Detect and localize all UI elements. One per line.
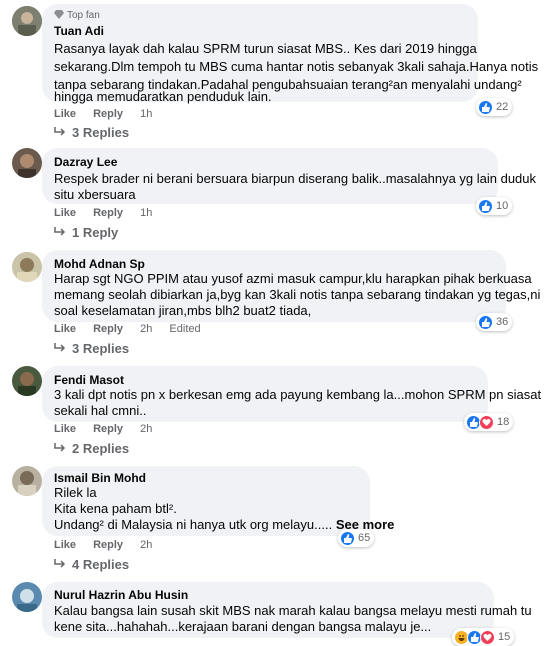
comment-author[interactable]: Mohd Adnan Sp xyxy=(54,257,145,271)
comment-bubble: Dazray Lee Respek brader ni berani bersu… xyxy=(42,148,536,204)
avatar-image xyxy=(12,582,42,612)
top-fan-badge: Top fan xyxy=(54,10,100,22)
reply-arrow-icon xyxy=(54,125,66,140)
diamond-icon xyxy=(54,10,64,22)
like-button[interactable]: Like xyxy=(54,423,76,435)
view-replies-button[interactable]: 1 Reply xyxy=(54,225,118,240)
comment-text-line: situ xbersuara xyxy=(54,187,136,202)
replies-label: 3 Replies xyxy=(72,125,130,140)
avatar[interactable] xyxy=(12,148,42,178)
love-reaction-icon xyxy=(479,414,494,430)
like-button[interactable]: Like xyxy=(54,108,76,120)
reaction-count: 10 xyxy=(496,200,509,212)
reaction-count: 18 xyxy=(497,416,510,428)
comment-author[interactable]: Fendi Masot xyxy=(54,373,124,387)
reaction-summary[interactable]: 22 xyxy=(476,98,513,116)
reply-button[interactable]: Reply xyxy=(93,323,123,335)
comment-text-line: kene sita...hahahah...kerajaan barani de… xyxy=(54,619,432,634)
reaction-count: 15 xyxy=(498,631,511,643)
view-replies-button[interactable]: 3 Replies xyxy=(54,341,129,356)
like-button[interactable]: Like xyxy=(54,207,76,219)
reply-arrow-icon xyxy=(54,557,66,572)
comment-time[interactable]: 1h xyxy=(140,207,152,219)
view-replies-button[interactable]: 4 Replies xyxy=(54,557,129,572)
reaction-summary[interactable]: 18 xyxy=(464,413,514,431)
replies-label: 2 Replies xyxy=(72,441,130,456)
avatar[interactable] xyxy=(12,252,42,282)
love-reaction-icon xyxy=(480,629,495,645)
avatar-image xyxy=(12,6,42,36)
comment-bubble: Ismail Bin Mohd Rilek la Kita kena paham… xyxy=(42,466,394,536)
comment-actions: Like Reply 1h xyxy=(54,108,166,120)
comment-actions: Like Reply 1h xyxy=(54,207,166,219)
comment-text: Undang² di Malaysia ni hanya utk org mel… xyxy=(54,517,333,532)
comment-author[interactable]: Tuan Adi xyxy=(54,24,104,38)
comment-text-line: Rasanya layak dah kalau SPRM turun siasa… xyxy=(54,41,477,56)
avatar[interactable] xyxy=(12,6,42,36)
like-button[interactable]: Like xyxy=(54,539,76,551)
avatar-image xyxy=(12,148,42,178)
avatar[interactable] xyxy=(12,582,42,612)
reaction-summary[interactable]: 10 xyxy=(476,197,513,215)
reaction-summary[interactable]: 65 xyxy=(338,529,375,547)
reply-button[interactable]: Reply xyxy=(93,207,123,219)
comment-time[interactable]: 2h xyxy=(140,423,152,435)
reply-button[interactable]: Reply xyxy=(93,108,123,120)
comment-time[interactable]: 1h xyxy=(140,108,152,120)
avatar-image xyxy=(12,466,42,496)
reaction-count: 36 xyxy=(496,316,509,328)
replies-label: 4 Replies xyxy=(72,557,130,572)
comment-author[interactable]: Ismail Bin Mohd xyxy=(54,471,146,485)
comment-text-line: soal keselamatan jiran,mbs blh2 buat2 ti… xyxy=(54,303,312,318)
replies-label: 3 Replies xyxy=(72,341,130,356)
reaction-count: 65 xyxy=(358,532,371,544)
comment-actions: Like Reply 2h Edited xyxy=(54,323,215,335)
view-replies-button[interactable]: 3 Replies xyxy=(54,125,129,140)
like-reaction-icon xyxy=(478,314,493,330)
reply-arrow-icon xyxy=(54,225,66,240)
comment-text-line: sekali hal cmni.. xyxy=(54,403,147,418)
reaction-count: 22 xyxy=(496,101,509,113)
reply-button[interactable]: Reply xyxy=(93,539,123,551)
comment-author[interactable]: Nurul Hazrin Abu Husin xyxy=(54,588,188,602)
reply-arrow-icon xyxy=(54,441,66,456)
comment-bubble: Fendi Masot 3 kali dpt notis pn x berkes… xyxy=(42,366,541,422)
top-fan-label: Top fan xyxy=(67,10,100,21)
view-replies-button[interactable]: 2 Replies xyxy=(54,441,129,456)
edited-label: Edited xyxy=(169,323,201,335)
replies-label: 1 Reply xyxy=(72,225,119,240)
reply-button[interactable]: Reply xyxy=(93,423,123,435)
comment-text-line: sekarang.Dlm tempoh tu MBS cuma hantar n… xyxy=(54,59,539,74)
comment-bubble: Nurul Hazrin Abu Husin Kalau bangsa lain… xyxy=(42,582,532,638)
comment-time[interactable]: 2h xyxy=(140,323,152,335)
reaction-summary[interactable]: 15 xyxy=(452,628,515,646)
reply-arrow-icon xyxy=(54,341,66,356)
comment-text-line: hingga memudaratkan penduduk lain. xyxy=(54,89,272,104)
like-reaction-icon xyxy=(478,99,493,115)
avatar-image xyxy=(12,252,42,282)
avatar[interactable] xyxy=(12,366,42,396)
reaction-summary[interactable]: 36 xyxy=(476,313,513,331)
comment-bubble: Top fan Tuan Adi Rasanya layak dah kalau… xyxy=(42,4,538,104)
like-reaction-icon xyxy=(478,198,493,214)
comment-time[interactable]: 2h xyxy=(140,539,152,551)
like-button[interactable]: Like xyxy=(54,323,76,335)
like-reaction-icon xyxy=(340,530,355,546)
comment-author[interactable]: Dazray Lee xyxy=(54,155,117,169)
comment-bubble: Mohd Adnan Sp Harap sgt NGO PPIM atau yu… xyxy=(42,250,540,322)
avatar[interactable] xyxy=(12,466,42,496)
comment-actions: Like Reply 2h xyxy=(54,539,166,551)
comment-actions: Like Reply 2h xyxy=(54,423,166,435)
avatar-image xyxy=(12,366,42,396)
